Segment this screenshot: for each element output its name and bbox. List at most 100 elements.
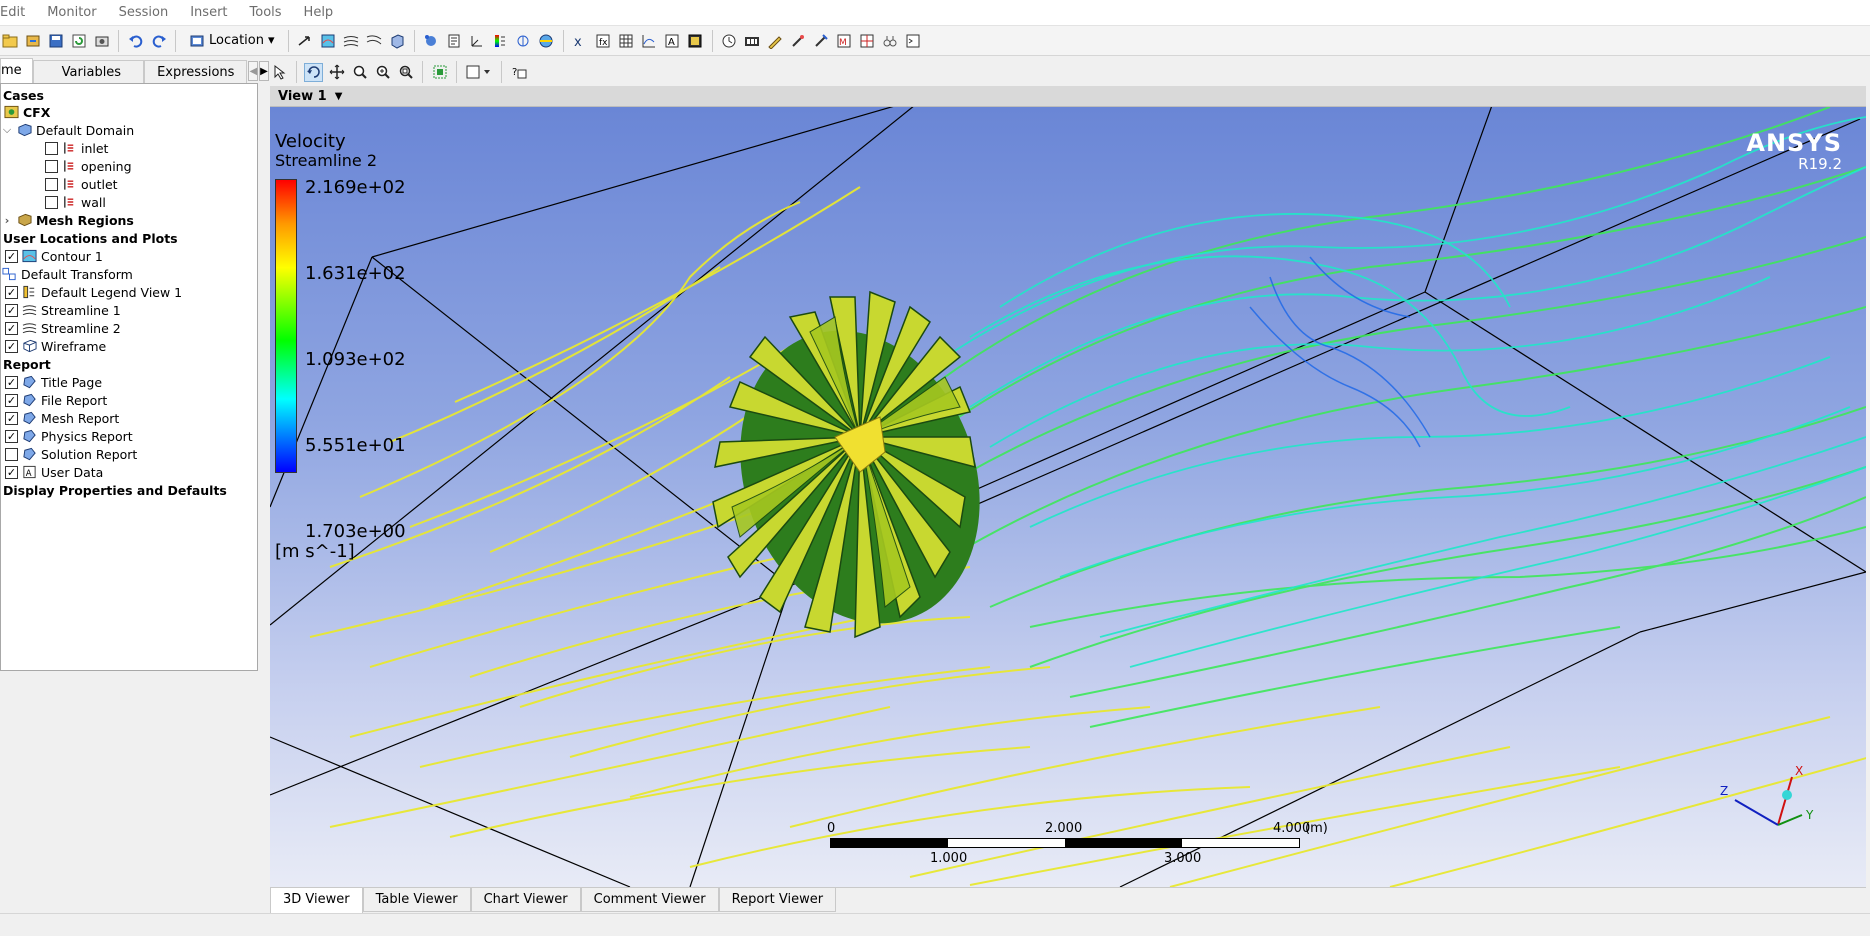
view-selector[interactable]: View 1 ▼ [270, 86, 1866, 107]
context-help-icon[interactable]: ? [509, 63, 528, 82]
tab-3d-viewer[interactable]: 3D Viewer [270, 888, 363, 914]
tree-item-outlet[interactable]: outlet [45, 175, 118, 193]
visibility-checkbox[interactable] [45, 177, 58, 191]
tree-item-wireframe[interactable]: ✓ Wireframe [5, 337, 106, 355]
location-dropdown[interactable]: Location ▾ [183, 30, 281, 52]
visibility-checkbox[interactable]: ✓ [5, 375, 18, 389]
menu-help[interactable]: Help [293, 5, 345, 20]
menu-tools[interactable]: Tools [239, 5, 293, 20]
load-icon[interactable] [23, 31, 42, 50]
tree-item-wireframe-label: Wireframe [41, 338, 107, 354]
tree-item-physics-report[interactable]: ✓ Physics Report [5, 427, 133, 445]
tree-item-user-data[interactable]: ✓ A User Data [5, 463, 103, 481]
viewport-layout-icon[interactable] [464, 63, 494, 82]
tree-item-default-domain[interactable]: ⌵ Default Domain [1, 121, 134, 139]
streamline-icon[interactable] [342, 31, 361, 50]
visibility-checkbox[interactable]: ✓ [5, 249, 18, 263]
menu-monitor[interactable]: Monitor [36, 5, 107, 20]
instance-transform-icon[interactable] [514, 31, 533, 50]
macro-calculator-icon[interactable]: M [835, 31, 854, 50]
rotate-icon[interactable] [304, 62, 323, 82]
open-case-icon[interactable] [0, 31, 19, 50]
volume-rendering-icon[interactable] [388, 31, 407, 50]
figure-icon[interactable] [686, 31, 705, 50]
table-icon[interactable] [617, 31, 636, 50]
chevron-right-icon[interactable]: › [1, 214, 13, 227]
coordinate-frame-icon[interactable] [468, 31, 487, 50]
tree-item-title-page[interactable]: ✓ Title Page [5, 373, 102, 391]
tab-report-viewer[interactable]: Report Viewer [718, 888, 837, 912]
redo-icon[interactable] [149, 31, 168, 50]
visibility-checkbox[interactable]: ✓ [5, 339, 18, 353]
chevron-down-icon[interactable]: ⌵ [1, 123, 13, 137]
tree-item-file-report[interactable]: ✓ File Report [5, 391, 107, 409]
screenshot-icon[interactable] [92, 31, 111, 50]
tree-item-default-transform[interactable]: Default Transform [1, 265, 133, 283]
tab-scroll-right-icon[interactable]: ▶ [259, 61, 269, 81]
text-icon[interactable] [445, 31, 464, 50]
mesh-calculator-icon[interactable] [858, 31, 877, 50]
color-map-icon[interactable]: x [571, 31, 590, 50]
quick-editor-icon[interactable] [766, 31, 785, 50]
visibility-checkbox[interactable]: ✓ [5, 429, 18, 443]
zoom-box-icon[interactable] [373, 63, 392, 82]
contour-icon[interactable] [319, 31, 338, 50]
particle-track-icon[interactable] [365, 31, 384, 50]
zoom-icon[interactable] [350, 63, 369, 82]
fit-view-icon[interactable] [396, 63, 415, 82]
tree-item-streamline-1-label: Streamline 1 [41, 302, 121, 318]
timestep-icon[interactable] [720, 31, 739, 50]
tree-item-default-legend[interactable]: ✓ Default Legend View 1 [5, 283, 182, 301]
visibility-checkbox[interactable] [45, 159, 58, 173]
highlight-icon[interactable] [430, 63, 449, 82]
tree-item-mesh-report[interactable]: ✓ Mesh Report [5, 409, 119, 427]
visibility-checkbox[interactable] [45, 195, 58, 209]
animation-icon[interactable] [743, 31, 762, 50]
menu-session[interactable]: Session [108, 5, 180, 20]
vector-icon[interactable] [296, 31, 315, 50]
comment-icon[interactable]: A [663, 31, 682, 50]
tab-comment-viewer[interactable]: Comment Viewer [580, 888, 719, 912]
tab-scroll-left-icon[interactable]: ◀ [248, 61, 259, 81]
tab-chart-viewer[interactable]: Chart Viewer [470, 888, 581, 912]
tree-item-cfx[interactable]: CFX [3, 103, 50, 121]
tree-item-contour-1[interactable]: ✓ Contour 1 [5, 247, 103, 265]
tree-item-streamline-1[interactable]: ✓ Streamline 1 [5, 301, 121, 319]
save-state-icon[interactable] [46, 31, 65, 50]
visibility-checkbox[interactable]: ✓ [5, 393, 18, 407]
visibility-checkbox[interactable] [45, 141, 58, 155]
tab-table-viewer[interactable]: Table Viewer [362, 888, 471, 912]
tree-item-inlet[interactable]: inlet [45, 139, 108, 157]
tree-item-mesh-regions[interactable]: › Mesh Regions [1, 211, 134, 229]
case-comparison-icon[interactable] [881, 31, 900, 50]
visibility-checkbox[interactable]: ✓ [5, 465, 18, 479]
legend-icon[interactable] [491, 31, 510, 50]
tree-item-solution-report[interactable]: Solution Report [5, 445, 137, 463]
tab-variables[interactable]: Variables [32, 60, 145, 84]
refresh-icon[interactable] [69, 31, 88, 50]
tree-item-display-properties[interactable]: Display Properties and Defaults [3, 481, 227, 499]
variable-icon[interactable]: fx [594, 31, 613, 50]
tree-item-opening[interactable]: opening [45, 157, 132, 175]
pan-icon[interactable] [327, 63, 346, 82]
chart-icon[interactable] [640, 31, 659, 50]
command-editor-icon[interactable] [904, 31, 923, 50]
3d-viewport[interactable]: Velocity Streamline 2 2.169e+02 1.631e+0… [270, 107, 1866, 887]
select-icon[interactable] [270, 63, 289, 82]
visibility-checkbox[interactable]: ✓ [5, 321, 18, 335]
undo-icon[interactable] [126, 31, 145, 50]
visibility-checkbox[interactable] [5, 447, 18, 461]
tab-expressions[interactable]: Expressions [144, 60, 248, 84]
visibility-checkbox[interactable]: ✓ [5, 411, 18, 425]
isosurface-icon[interactable] [422, 31, 441, 50]
menu-edit[interactable]: Edit [0, 5, 36, 20]
function-calculator-icon[interactable] [812, 31, 831, 50]
probe-icon[interactable] [789, 31, 808, 50]
visibility-checkbox[interactable]: ✓ [5, 303, 18, 317]
clip-plane-icon[interactable] [537, 31, 556, 50]
tree-item-streamline-2[interactable]: ✓ Streamline 2 [5, 319, 121, 337]
tree-item-wall[interactable]: wall [45, 193, 106, 211]
visibility-checkbox[interactable]: ✓ [5, 285, 18, 299]
menu-insert[interactable]: Insert [179, 5, 238, 20]
tab-outline[interactable]: me [0, 58, 33, 84]
